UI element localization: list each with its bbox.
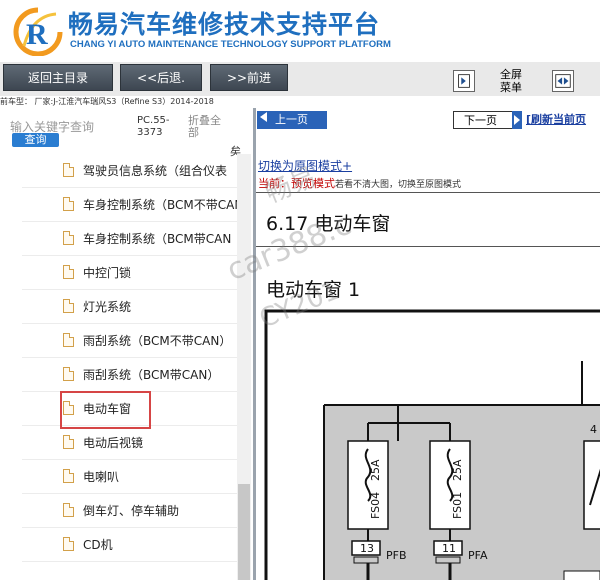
fullscreen-label-line2: 菜单 — [500, 81, 522, 94]
tree-item[interactable]: 中控门锁 — [22, 256, 237, 290]
document-icon — [63, 537, 74, 551]
fuse-fs04 — [347, 440, 389, 530]
left-pane: 输入关键字查询 查询 PC.55-3373 折叠全部 矣 驾驶员信息系统（组合仪… — [0, 108, 253, 580]
system-tree: 驾驶员信息系统（组合仪表 车身控制系统（BCM不带CAN 车身控制系统（BCM带CA… — [22, 154, 237, 580]
tree-item-label: 倒车灯、停车辅助 — [83, 504, 180, 518]
fuse-label-fs04: FS04 — [369, 492, 382, 519]
tree-item[interactable]: 电动后视镜 — [22, 426, 237, 460]
tree-item-label: 雨刮系统（BCM带CAN） — [83, 368, 220, 382]
tree-item[interactable]: 灯光系统 — [22, 290, 237, 324]
search-button[interactable]: 查询 — [12, 133, 59, 147]
tree-item-label: 灯光系统 — [83, 300, 132, 314]
connector-partial — [563, 570, 600, 580]
document-icon — [63, 265, 74, 279]
connector-label-11: 11 — [442, 542, 456, 555]
connector-label-13: 13 — [360, 542, 374, 555]
tree-item[interactable]: CD机 — [22, 528, 237, 562]
collapse-all-button[interactable]: 折叠全部 — [188, 115, 228, 139]
document-icon — [63, 197, 74, 211]
right-arrow-icon[interactable] — [512, 111, 522, 129]
fullscreen-icon[interactable] — [453, 70, 475, 92]
tree-item-label: 中控门锁 — [83, 266, 132, 280]
tree-item-label: 电喇叭 — [83, 470, 120, 484]
tree-item-label: 车身控制系统（BCM带CAN — [83, 232, 232, 246]
document-icon — [63, 367, 74, 381]
fuse-rating-fs04: 25A — [369, 459, 382, 481]
fullscreen-label-line1: 全屏 — [500, 68, 522, 81]
left-arrow-icon — [260, 112, 267, 122]
page-navigation: 上一页 下一页 [刷新当前页 — [256, 108, 600, 138]
mode-hint: 若看不清大图，切换至原图模式 — [335, 180, 462, 190]
fuse-partial — [583, 440, 600, 530]
document-icon — [63, 435, 74, 449]
tree-scrollbar-thumb[interactable] — [238, 484, 250, 580]
tree-item[interactable]: 电喇叭 — [22, 460, 237, 494]
tree-item[interactable]: 电动车窗 — [22, 391, 237, 429]
header: R 畅易汽车维修技术支持平台 CHANG YI AUTO MAINTENANCE… — [0, 0, 600, 62]
prev-page-button[interactable]: 上一页 — [257, 111, 327, 129]
tree-item[interactable]: 倒车灯、停车辅助 — [22, 494, 237, 528]
tree-item[interactable]: 雨刮系统（BCM带CAN） — [22, 358, 237, 392]
tree-item-label: 车身控制系统（BCM不带CAN — [83, 198, 237, 212]
tree-item-label: 雨刮系统（BCM不带CAN） — [83, 334, 232, 348]
split-view-icon[interactable] — [552, 70, 574, 92]
fuse-rating-fs01: 25A — [451, 459, 464, 481]
tree-item[interactable]: 驾驶员信息系统（组合仪表 — [22, 154, 237, 188]
document-icon — [63, 163, 74, 177]
document-icon — [63, 503, 74, 517]
tree-scrollbar[interactable] — [237, 154, 251, 580]
tree-item[interactable]: 雨刮系统（BCM不带CAN） — [22, 324, 237, 358]
document-icon — [63, 231, 74, 245]
search-bar: 输入关键字查询 查询 PC.55-3373 折叠全部 矣 — [0, 108, 253, 158]
brand-title: 畅易汽车维修技术支持平台 — [68, 10, 381, 39]
tree-item-label: 电动后视镜 — [83, 436, 144, 450]
brand-subtitle: CHANG YI AUTO MAINTENANCE TECHNOLOGY SUP… — [70, 39, 391, 50]
tree-item-label: CD机 — [83, 538, 113, 552]
vehicle-info: 前车型： 厂家:J-江淮汽车瑞风S3（Refine S3）2014-2018 — [0, 96, 600, 108]
back-button[interactable]: <<后退. — [120, 64, 202, 91]
selection-highlight — [60, 391, 151, 429]
document-icon — [63, 299, 74, 313]
forward-button[interactable]: >>前进 — [210, 64, 288, 91]
fuse-label-fs01: FS01 — [451, 492, 464, 519]
home-button[interactable]: 返回主目录 — [3, 64, 113, 91]
document-icon — [63, 469, 74, 483]
toolbar: 返回主目录 <<后退. >>前进 全屏 菜单 — [0, 62, 600, 96]
next-page-button[interactable]: 下一页 — [453, 111, 520, 129]
document-icon — [63, 333, 74, 347]
pc-number: PC.55-3373 — [137, 115, 170, 138]
brand-logo: R — [13, 7, 63, 56]
pin-label-pfa: PFA — [468, 549, 488, 562]
pin-label-pfb: PFB — [386, 549, 407, 562]
fuse-label-partial: 4 — [590, 423, 597, 436]
tree-item[interactable]: 车身控制系统（BCM不带CAN — [22, 188, 237, 222]
logo-letter: R — [26, 18, 48, 51]
refresh-page-link[interactable]: [刷新当前页 — [526, 111, 586, 129]
wiring-diagram: FS04 25A 13 PFB FS01 25A 11 PFA 4 — [264, 309, 600, 580]
fuse-fs01 — [429, 440, 471, 530]
tree-item-label: 驾驶员信息系统（组合仪表 — [83, 164, 228, 178]
tree-item[interactable]: 车身控制系统（BCM带CAN — [22, 222, 237, 256]
fullscreen-menu-label[interactable]: 全屏 菜单 — [491, 68, 531, 94]
